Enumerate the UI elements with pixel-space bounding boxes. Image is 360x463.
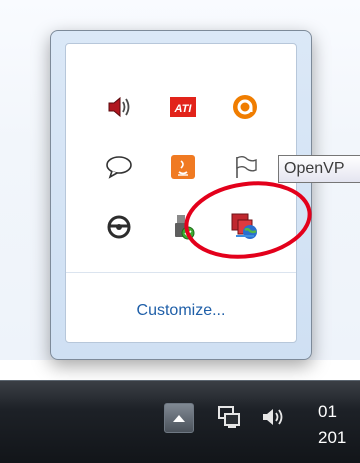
taskbar: 01 201 (0, 380, 360, 463)
openvpn-tooltip: OpenVP (278, 155, 360, 183)
openvpn-icon[interactable] (230, 210, 260, 240)
flyout-divider (66, 272, 296, 273)
steering-wheel-icon[interactable] (104, 212, 134, 242)
system-clock[interactable]: 01 201 (318, 399, 360, 451)
java-icon[interactable] (168, 152, 198, 182)
ati-icon[interactable]: ATI (168, 92, 198, 122)
volume-icon[interactable] (104, 92, 134, 122)
customize-link[interactable]: Customize... (66, 302, 296, 320)
avast-icon[interactable] (230, 92, 260, 122)
network-icon[interactable] (214, 403, 244, 431)
clock-date: 201 (318, 428, 347, 447)
speech-bubble-icon[interactable] (104, 152, 134, 182)
tray-icon-grid: ATI (66, 44, 296, 272)
chevron-up-icon (173, 415, 185, 422)
ati-logo-text: ATI (174, 103, 193, 115)
flyout-content: ATI Customize... (65, 43, 297, 343)
notification-area-overflow-flyout: ATI Customize... (50, 30, 312, 360)
show-hidden-icons-button[interactable] (164, 403, 194, 433)
safely-remove-hardware-icon[interactable] (168, 212, 198, 242)
action-center-flag-icon[interactable] (230, 152, 260, 182)
taskbar-volume-icon[interactable] (258, 403, 288, 431)
clock-time: 01 (318, 402, 337, 421)
